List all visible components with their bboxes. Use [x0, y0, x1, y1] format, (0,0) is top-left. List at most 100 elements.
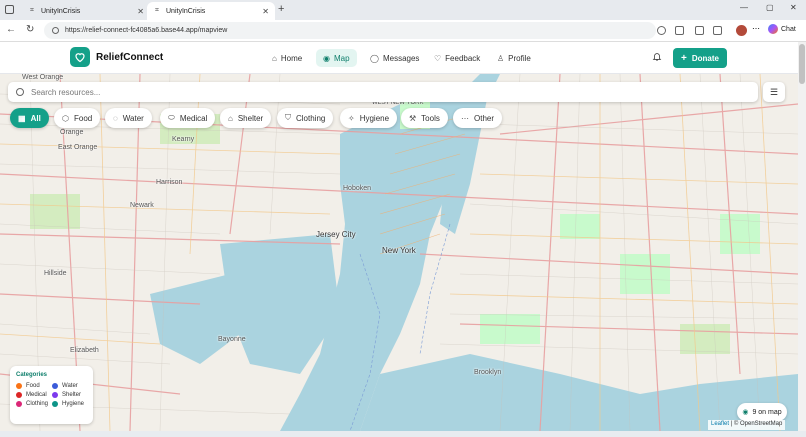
scroll-thumb[interactable]	[799, 44, 805, 84]
nav-label: Feedback	[445, 53, 481, 63]
filter-chip-food[interactable]: ⬡ Food	[54, 108, 101, 128]
chat-label: Chat	[781, 25, 796, 33]
minimize-icon[interactable]: —	[740, 3, 748, 12]
chip-label: Tools	[421, 113, 440, 123]
filter-chip-clothing[interactable]: ⛉ Clothing	[277, 108, 334, 128]
map-label: Hoboken	[343, 185, 372, 192]
map-label: Jersey City	[316, 230, 356, 239]
url-text: https://relief-connect-fc4085a6.base44.a…	[65, 27, 228, 34]
plus-icon: +	[681, 52, 687, 64]
legend-item: Shelter	[52, 392, 88, 398]
search-input[interactable]: Search resources...	[8, 82, 758, 102]
legend-item: Hygiene	[52, 401, 88, 407]
browser-tab-2[interactable]: ⌗ UnityInCrisis ✕	[147, 2, 275, 20]
favorite-star-icon[interactable]	[695, 26, 704, 35]
sparkle-icon: ✧	[348, 113, 355, 123]
map-label: West Orange	[22, 74, 64, 81]
legend-color-dot	[16, 392, 22, 398]
browser-window: ⌗ UnityInCrisis ✕ ⌗ UnityInCrisis ✕ + — …	[0, 0, 806, 437]
filter-chip-shelter[interactable]: ⌂ Shelter	[220, 108, 272, 128]
chip-label: Shelter	[237, 113, 264, 123]
url-field[interactable]: https://relief-connect-fc4085a6.base44.a…	[44, 22, 656, 39]
filter-chip-hygiene[interactable]: ✧ Hygiene	[340, 108, 398, 128]
back-icon[interactable]: ←	[6, 24, 16, 35]
list-icon: ☰	[769, 86, 779, 97]
map-label: Orange	[60, 129, 84, 136]
chip-label: Other	[474, 113, 495, 123]
nav-map[interactable]: ◉ Map	[316, 49, 357, 67]
results-count-badge[interactable]: ◉ 9 on map	[737, 403, 787, 421]
map-label: Hillside	[44, 270, 67, 277]
filter-chip-medical[interactable]: ⬭ Medical	[160, 108, 216, 128]
maximize-icon[interactable]: ▢	[766, 3, 774, 12]
map-label: Bayonne	[218, 336, 246, 343]
map-label: New York	[382, 246, 416, 255]
leaflet-link[interactable]: Leaflet	[711, 421, 729, 427]
count-label: 9 on map	[752, 408, 782, 416]
nav-profile[interactable]: ♙ Profile	[490, 49, 538, 67]
grid-icon: ▦	[18, 113, 26, 123]
legend-label: Food	[26, 383, 40, 389]
legend-item: Food	[16, 383, 52, 389]
chip-label: Clothing	[296, 113, 326, 123]
map-label: East Orange	[58, 144, 98, 151]
legend-title: Categories	[16, 372, 48, 378]
sidebar-toggle-icon[interactable]	[5, 5, 14, 14]
filter-chip-other[interactable]: ⋯ Other	[453, 108, 503, 128]
tab-favicon-icon: ⌗	[155, 7, 159, 14]
extensions-icon[interactable]	[713, 26, 722, 35]
donate-label: Donate	[691, 53, 719, 63]
notification-bell-icon[interactable]	[652, 51, 662, 65]
site-info-icon[interactable]	[52, 27, 59, 34]
app-available-icon[interactable]	[675, 26, 684, 35]
donate-button[interactable]: + Donate	[673, 48, 727, 68]
nav-feedback[interactable]: ♡ Feedback	[427, 49, 487, 67]
filter-chip-tools[interactable]: ⚒ Tools	[401, 108, 448, 128]
nav-label: Map	[333, 53, 350, 63]
dots-icon: ⋯	[461, 113, 469, 123]
legend-color-dot	[16, 401, 22, 407]
droplet-icon: ◌	[113, 113, 118, 123]
map-label: Newark	[130, 202, 154, 209]
chip-label: Food	[73, 113, 93, 123]
tab-close-icon[interactable]: ✕	[137, 7, 144, 16]
chip-label: Hygiene	[359, 113, 390, 123]
filter-chip-water[interactable]: ◌ Water	[105, 108, 152, 128]
legend-color-dot	[52, 383, 58, 389]
zoom-icon[interactable]	[657, 26, 666, 35]
legend-color-dot	[52, 392, 58, 398]
page-scrollbar[interactable]	[798, 42, 806, 431]
chip-label: Water	[122, 113, 144, 123]
more-menu-icon[interactable]: ⋯	[752, 24, 761, 33]
map-pin-icon: ◉	[323, 53, 330, 63]
close-window-icon[interactable]: ✕	[790, 3, 797, 12]
browser-tab-1[interactable]: ⌗ UnityInCrisis ✕	[22, 2, 150, 20]
user-icon: ♙	[497, 53, 505, 63]
nav-home[interactable]: ⌂ Home	[265, 49, 309, 67]
legend-label: Shelter	[62, 392, 82, 398]
map-label: Kearny	[172, 136, 195, 143]
profile-avatar[interactable]	[736, 25, 747, 36]
chip-label: Medical	[179, 113, 208, 123]
logo-heart-icon[interactable]	[70, 47, 90, 67]
list-view-button[interactable]: ☰	[763, 82, 785, 102]
address-bar-row: ← ↻ https://relief-connect-fc4085a6.base…	[0, 20, 806, 42]
map-view[interactable]: West Orange Orange East Orange Kearny Ha…	[0, 74, 798, 431]
wrench-icon: ⚒	[409, 113, 417, 123]
nav-label: Profile	[508, 53, 531, 63]
filter-chip-all[interactable]: ▦ All	[10, 108, 49, 128]
tab-title: UnityInCrisis	[166, 7, 206, 15]
map-attribution: Leaflet | © OpenStreetMap	[708, 420, 786, 430]
new-tab-icon[interactable]: +	[278, 3, 284, 15]
copilot-icon	[768, 24, 778, 34]
nav-messages[interactable]: ◯ Messages	[363, 49, 426, 67]
copilot-chat-button[interactable]: Chat	[768, 24, 796, 34]
osm-attribution[interactable]: | © OpenStreetMap	[731, 421, 783, 427]
nav-label: Messages	[382, 53, 420, 63]
heart-icon: ♡	[434, 53, 442, 63]
tab-close-icon[interactable]: ✕	[262, 7, 269, 16]
legend-label: Medical	[26, 392, 47, 398]
brand-name[interactable]: ReliefConnect	[96, 52, 163, 63]
refresh-icon[interactable]: ↻	[26, 24, 34, 35]
legend-items: Food Water Medical Shelter Clothing Hygiene	[16, 383, 87, 407]
